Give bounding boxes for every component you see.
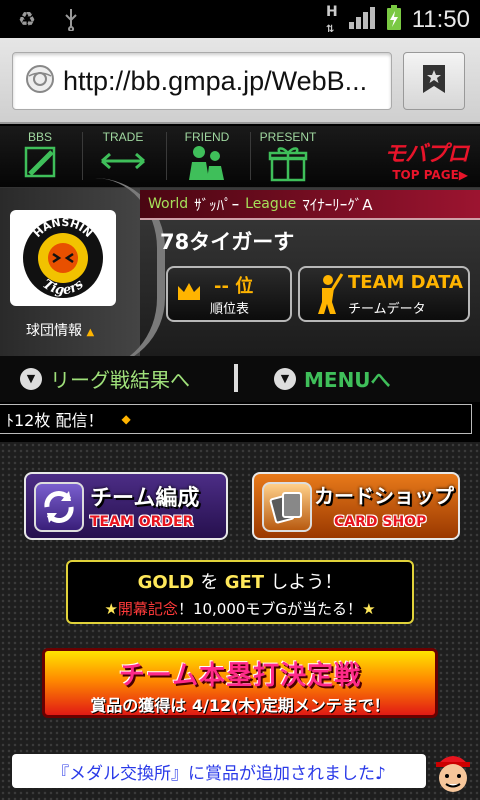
- team-order-button[interactable]: チーム編成 TEAM ORDER: [24, 472, 228, 540]
- chevron-down-icon: ▼: [274, 367, 296, 390]
- medal-exchange-notice[interactable]: 『メダル交換所』に賞品が追加されました♪: [12, 754, 426, 788]
- url-text: http://bb.gmpa.jp/WebB...: [63, 65, 368, 96]
- team-order-en: TEAM ORDER: [90, 514, 194, 530]
- present-icon: [268, 144, 308, 186]
- mascot-face-icon: [432, 748, 474, 794]
- bookmark-star-icon: [421, 64, 447, 98]
- nav-divider: [82, 132, 83, 180]
- bbs-icon: [22, 144, 58, 184]
- nav-bbs-label: BBS: [27, 130, 52, 144]
- news-ticker[interactable]: ﾄ12枚 配信！ ◆: [0, 404, 472, 434]
- world-label: World: [148, 196, 189, 212]
- chevron-down-icon: ▼: [20, 367, 42, 390]
- rotate-arrows-icon: [34, 482, 84, 532]
- nav-trade-label: TRADE: [102, 130, 144, 144]
- nav-present-label: PRESENT: [259, 130, 317, 144]
- nav-friend[interactable]: FRIEND: [176, 126, 238, 188]
- batter-icon: [308, 272, 344, 320]
- mobapro-logo: モバプロ: [383, 142, 469, 167]
- gold-promo-banner[interactable]: GOLD を GET しよう！ ★開幕記念！10,000モブGが当たる！★: [66, 560, 414, 624]
- team-info-link[interactable]: 球団情報 ▲: [26, 320, 94, 340]
- tigers-logo-icon: HANSHIN Tigers: [23, 216, 103, 298]
- main-content: チーム編成 TEAM ORDER カードショップ CARD SHOP GOLD …: [0, 442, 480, 800]
- rank-label: 順位表: [210, 302, 250, 317]
- cards-icon: [262, 482, 312, 532]
- globe-icon: [25, 64, 55, 98]
- league-label: League: [245, 196, 297, 212]
- team-order-jp: チーム編成: [90, 486, 200, 511]
- card-shop-en: CARD SHOP: [334, 514, 427, 530]
- menu-label: MENUへ: [304, 368, 391, 392]
- league-results-label: リーグ戦結果へ: [50, 368, 190, 392]
- homerun-subtitle: 賞品の獲得は 4/12(木)定期メンテまで！: [90, 696, 390, 715]
- league-results-link[interactable]: ▼ リーグ戦結果へ: [20, 364, 190, 393]
- team-data-title: TEAM DATA: [348, 272, 463, 293]
- nav-bbs[interactable]: BBS: [10, 126, 70, 188]
- rank-button[interactable]: -- 位 順位表: [166, 266, 292, 322]
- league-bar: World ｻﾞｯﾊﾟｰ League ﾏｲﾅｰﾘｰｸﾞA: [140, 190, 480, 220]
- battery-charging-icon: [386, 5, 402, 35]
- browser-toolbar: http://bb.gmpa.jp/WebB...: [0, 38, 480, 124]
- friend-icon: [184, 144, 230, 186]
- menu-divider: [234, 364, 238, 392]
- mobapro-top-link[interactable]: モバプロ TOP PAGE▶: [383, 136, 469, 182]
- nav-friend-label: FRIEND: [184, 130, 230, 144]
- homerun-title: チーム本塁打決定戦: [118, 661, 362, 691]
- gold-promo-title: GOLD を GET しよう！: [137, 572, 343, 593]
- status-bar: ♻ H ⇅ 11:50: [0, 0, 480, 38]
- rank-value: -- 位: [214, 276, 254, 297]
- url-field[interactable]: http://bb.gmpa.jp/WebB...: [12, 52, 392, 110]
- card-shop-jp: カードショップ: [314, 484, 454, 508]
- top-page-label: TOP PAGE▶: [392, 168, 468, 182]
- top-nav: BBS TRADE FRIEND PRESENT モバプロ TOP PAGE▶: [0, 126, 480, 188]
- gold-promo-subtitle: ★開幕記念！10,000モブGが当たる！★: [104, 600, 376, 618]
- team-name: 78タイガーす: [160, 230, 295, 254]
- league-name: ﾏｲﾅｰﾘｰｸﾞA: [302, 195, 373, 214]
- team-data-label: チームデータ: [348, 302, 426, 317]
- team-panel: HANSHIN Tigers 球団情報 ▲ World ｻﾞｯﾊﾟｰ Leagu…: [0, 178, 480, 368]
- world-name: ｻﾞｯﾊﾟｰ: [194, 195, 240, 214]
- team-logo[interactable]: HANSHIN Tigers: [10, 210, 116, 306]
- team-info-text: 球団情報: [26, 323, 82, 339]
- nav-divider: [166, 132, 167, 180]
- usb-icon: [58, 6, 84, 32]
- homerun-contest-banner[interactable]: チーム本塁打決定戦 賞品の獲得は 4/12(木)定期メンテまで！: [42, 648, 438, 718]
- team-data-button[interactable]: TEAM DATA チームデータ: [298, 266, 470, 322]
- ticker-text: ﾄ12枚 配信！: [6, 411, 104, 430]
- bookmark-button[interactable]: [403, 52, 465, 110]
- menu-link[interactable]: ▼ MENUへ: [274, 364, 391, 393]
- trade-arrows-icon: [98, 144, 148, 182]
- nav-divider: [250, 132, 251, 180]
- notice-text: 『メダル交換所』に賞品が追加されました♪: [52, 763, 386, 784]
- ticker-diamond-icon: ◆: [121, 412, 131, 426]
- menu-row: ▼ リーグ戦結果へ ▼ MENUへ: [0, 356, 480, 402]
- signal-bars-icon: [348, 6, 376, 34]
- clock: 11:50: [411, 6, 470, 33]
- card-shop-button[interactable]: カードショップ CARD SHOP: [252, 472, 460, 540]
- crown-icon: [176, 280, 202, 306]
- h-signal-icon: H ⇅: [326, 4, 338, 35]
- team-info-arrow-icon: ▲: [86, 327, 95, 338]
- recycle-icon: ♻: [18, 7, 36, 31]
- nav-present[interactable]: PRESENT: [256, 126, 320, 188]
